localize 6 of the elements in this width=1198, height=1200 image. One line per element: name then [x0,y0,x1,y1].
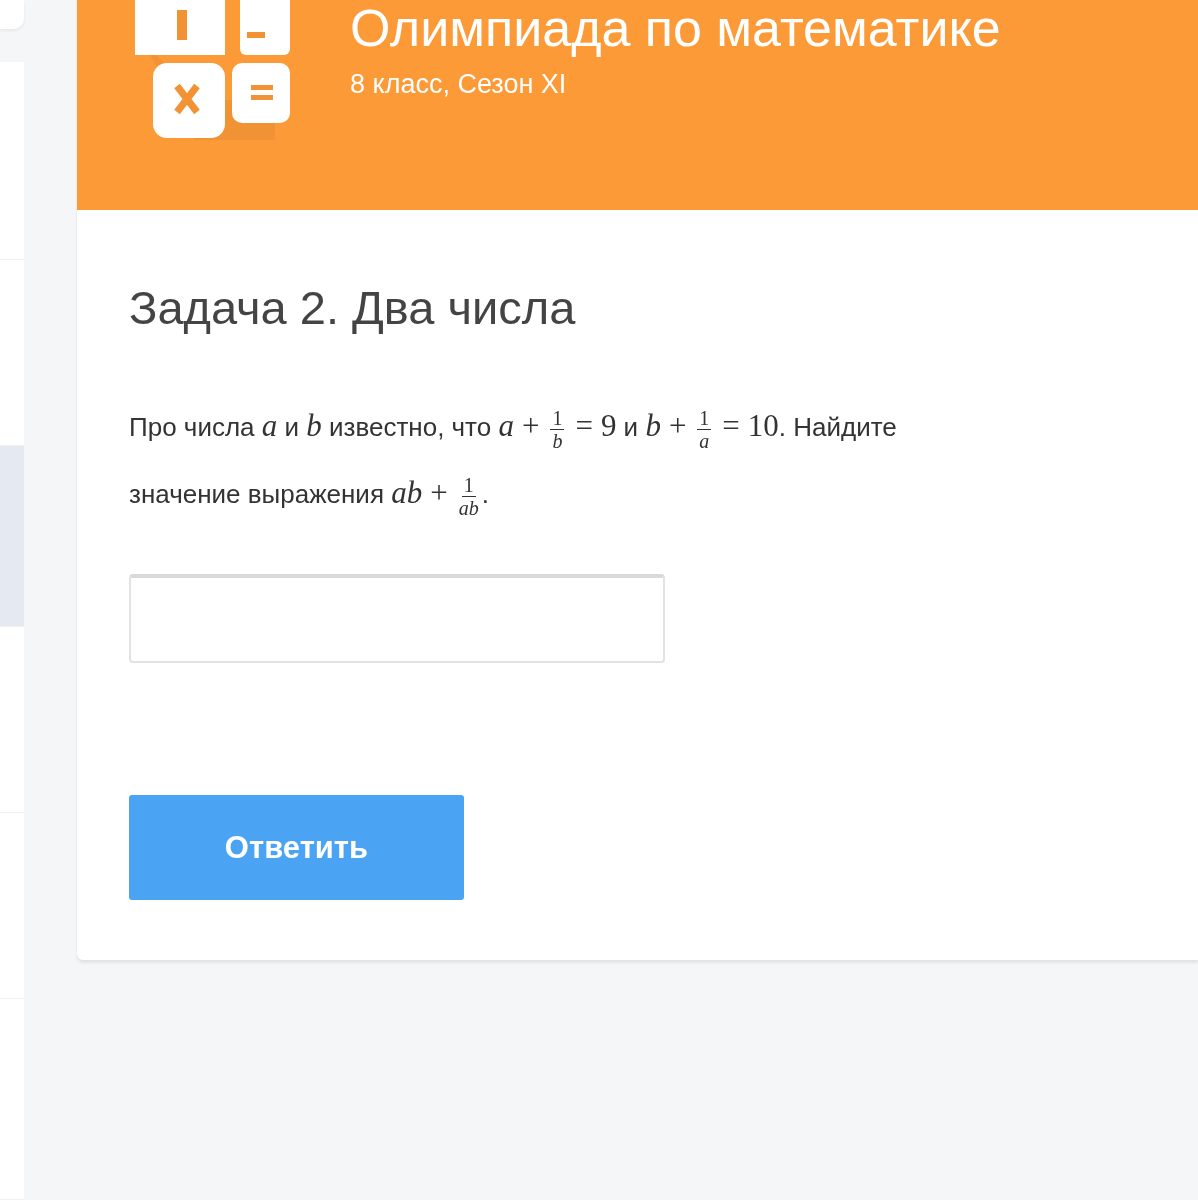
olympiad-title: Олимпиада по математике [350,0,1001,58]
task-title: Задача 2. Два числа [129,280,577,335]
submit-button[interactable]: Ответить [129,795,464,900]
answer-field[interactable] [129,574,665,663]
olympiad-subtitle: 8 класс, Сезон XI [350,69,568,101]
sidebar-item[interactable] [0,446,24,627]
